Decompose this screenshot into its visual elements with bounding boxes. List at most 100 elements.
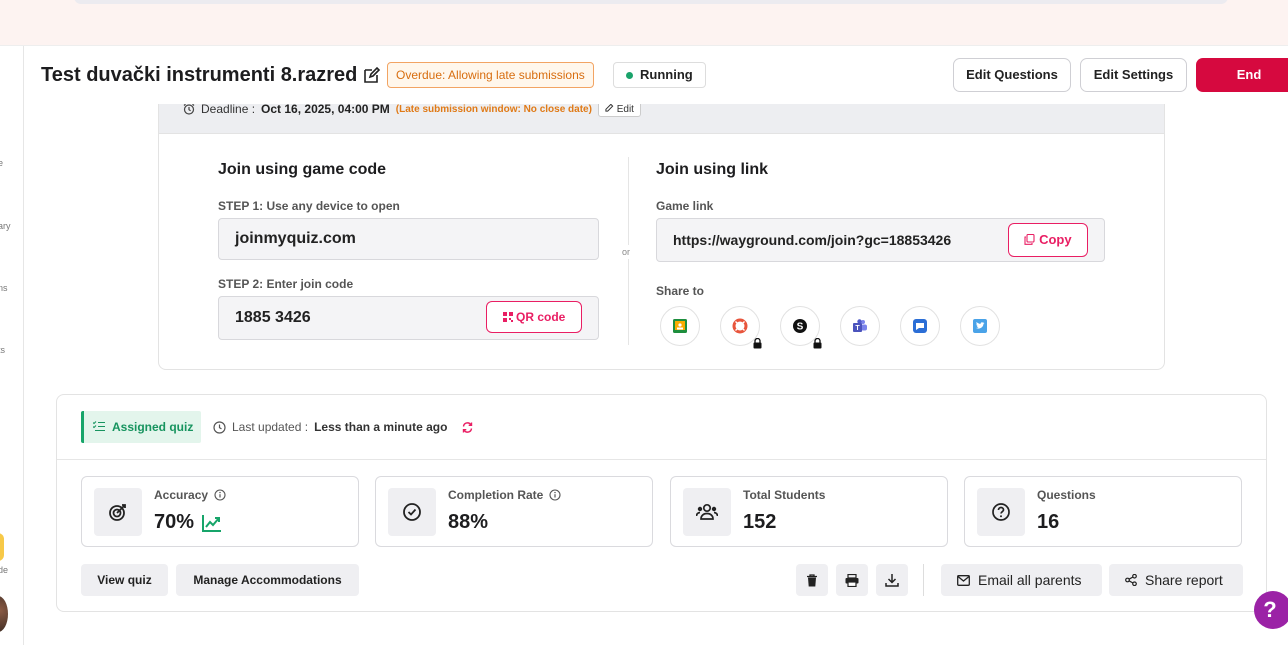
accuracy-icon-box [94,488,142,536]
qr-code-icon [502,312,513,322]
sidebar-item-label[interactable]: ns [0,283,8,293]
share-report-label: Share report [1145,572,1223,588]
remind-icon[interactable] [900,306,940,346]
download-icon [885,574,899,587]
help-button[interactable]: ? [1254,591,1288,629]
share-to-label: Share to [656,284,705,298]
sidebar-item-label[interactable]: ts [0,345,5,355]
students-icon-box [683,488,731,536]
completion-label: Completion Rate [448,488,544,502]
lifering-icon[interactable] [720,306,762,349]
edit-icon [605,103,614,112]
last-updated: Last updated : Less than a minute ago [213,420,474,434]
report-header: Assigned quiz Last updated : Less than a… [57,395,1266,460]
print-button[interactable] [836,564,868,596]
stat-total-students: Total Students 152 [670,476,948,547]
info-icon[interactable] [549,489,561,501]
accuracy-label: Accuracy [154,488,209,502]
trash-icon [807,573,817,586]
top-search-pill[interactable] [74,0,1228,4]
qr-code-button[interactable]: QR code [486,301,582,333]
email-parents-button[interactable]: Email all parents [941,564,1102,596]
checklist-icon [93,421,105,432]
download-button[interactable] [876,564,908,596]
share-report-button[interactable]: Share report [1109,564,1243,596]
copy-icon [1024,233,1035,245]
copy-label: Copy [1039,232,1072,247]
last-updated-value: Less than a minute ago [314,420,448,434]
questions-icon-box [977,488,1025,536]
google-classroom-icon[interactable] [660,306,700,346]
teams-icon[interactable]: T [840,306,880,346]
lock-icon [813,338,822,349]
printer-icon [845,573,859,587]
end-button[interactable]: End [1196,58,1288,92]
stat-accuracy: Accuracy 70% [81,476,359,547]
twitter-icon[interactable] [960,306,1000,346]
copy-link-button[interactable]: Copy [1008,223,1088,257]
last-updated-label: Last updated : [232,420,309,434]
join-card: Deadline : Oct 16, 2025, 04:00 PM (Late … [158,84,1165,370]
join-link-title: Join using link [656,161,769,178]
target-icon [109,504,126,521]
edit-settings-button[interactable]: Edit Settings [1080,58,1187,92]
sidebar-item-label[interactable]: ary [0,221,11,231]
completion-value: 88% [448,511,489,533]
join-code-title: Join using game code [218,161,387,178]
game-link-label: Game link [656,199,714,213]
total-students-label: Total Students [743,488,826,502]
toolbar-separator [923,564,924,596]
page-header: Test duvački instrumenti 8.razred Overdu… [24,46,1288,104]
sidebar-item-label[interactable]: de [0,565,8,575]
stat-questions: Questions 16 [964,476,1242,547]
svg-text:S: S [797,322,804,333]
step1-label: STEP 1: Use any device to open [218,199,400,213]
accuracy-label-row: Accuracy [154,488,226,502]
stat-completion: Completion Rate 88% [375,476,653,547]
email-parents-label: Email all parents [978,572,1082,588]
status-badge: Running [613,62,706,88]
page-title: Test duvački instrumenti 8.razred [41,64,358,86]
upgrade-button[interactable] [0,533,4,561]
top-bar [0,0,1288,46]
deadline-edit-label: Edit [616,104,634,115]
schoology-icon[interactable]: S [780,306,822,349]
manage-accommodations-button[interactable]: Manage Accommodations [176,564,359,596]
alarm-clock-icon [183,103,195,115]
running-dot-icon [626,72,633,79]
edit-title-icon[interactable] [363,66,381,84]
delete-button[interactable] [796,564,828,596]
sidebar-item-label[interactable]: e [0,158,3,168]
view-quiz-button[interactable]: View quiz [81,564,168,596]
status-label: Running [640,67,693,82]
users-icon [696,503,718,520]
trend-chart-icon [202,514,222,532]
edit-questions-button[interactable]: Edit Questions [953,58,1071,92]
assigned-quiz-label: Assigned quiz [112,420,194,434]
late-window-note: (Late submission window: No close date) [395,103,592,115]
info-icon[interactable] [214,489,226,501]
report-card: Assigned quiz Last updated : Less than a… [56,394,1267,612]
join-code-value: 1885 3426 [235,309,311,326]
assigned-quiz-tag: Assigned quiz [81,411,202,443]
accuracy-value-row: 70% [154,511,222,534]
questions-value: 16 [1037,511,1060,533]
svg-text:T: T [855,325,860,332]
question-circle-icon [992,503,1010,521]
logo-icon[interactable]: / [0,68,6,82]
questions-label: Questions [1037,488,1096,502]
overdue-badge: Overdue: Allowing late submissions [387,62,594,88]
refresh-icon[interactable] [461,421,474,434]
avatar[interactable] [0,596,8,632]
step2-label: STEP 2: Enter join code [218,277,354,291]
share-icon [1125,574,1137,586]
site-field[interactable]: joinmyquiz.com [218,218,599,260]
accuracy-value: 70% [154,511,195,533]
clock-icon [213,420,226,434]
sidebar: / e ary ns ts de [0,46,24,645]
mail-icon [957,574,970,586]
or-label: or [622,245,631,259]
check-circle-icon [403,503,421,521]
deadline-label: Deadline : [201,102,256,116]
completion-icon-box [388,488,436,536]
